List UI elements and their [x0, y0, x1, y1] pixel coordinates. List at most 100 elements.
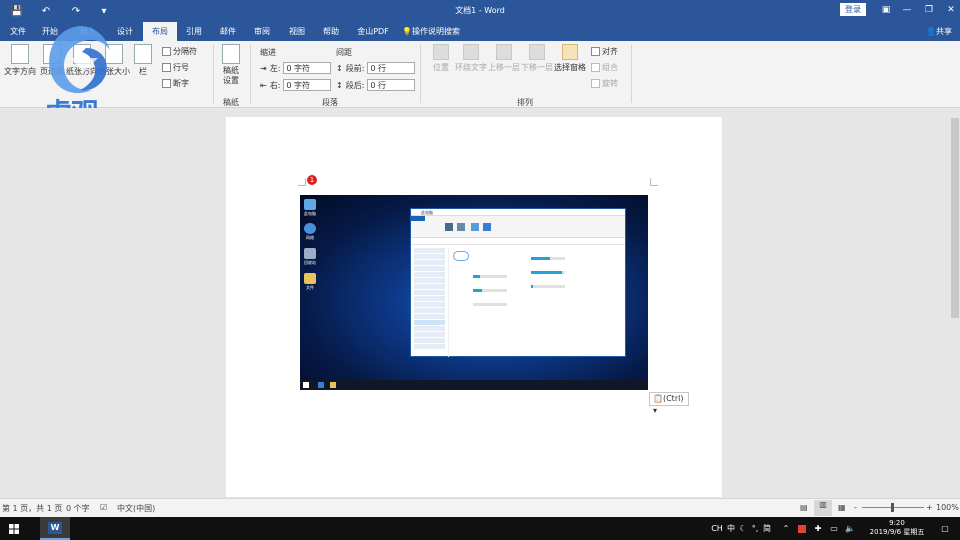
selection-pane-button[interactable]: 选择窗格 — [554, 44, 586, 73]
recycle-bin-icon — [304, 248, 316, 259]
send-backward-icon — [529, 44, 545, 60]
share-button[interactable]: 👤共享 — [926, 22, 952, 41]
send-backward-button[interactable]: 下移一层 — [521, 44, 553, 73]
selection-pane-icon — [562, 44, 578, 60]
paragraph-group-label: 段落 — [322, 98, 338, 107]
rotate-icon — [591, 79, 600, 88]
align-icon — [591, 47, 600, 56]
print-layout-icon[interactable]: ▥ — [814, 500, 832, 516]
drive-item — [463, 285, 507, 295]
minimize-icon[interactable]: — — [896, 2, 918, 18]
columns-button[interactable]: 栏 — [134, 44, 152, 77]
anchor-icon[interactable]: 1 — [307, 175, 317, 185]
embedded-screenshot-image[interactable]: 此电脑 网络 回收站 文件 此电脑 — [300, 195, 648, 390]
tell-me-search[interactable]: 💡操作说明搜索 — [399, 22, 463, 41]
ribbon: 文字方向 页边距 纸张方向 纸张大小 栏 分隔符 行号 断字 稿纸设置 稿纸 缩… — [0, 41, 960, 108]
arrange-group-label: 排列 — [517, 98, 533, 107]
ime-mode-icon[interactable]: CH — [711, 517, 723, 540]
person-icon: 👤 — [926, 27, 936, 36]
web-layout-icon[interactable]: ▦ — [838, 503, 846, 512]
align-button[interactable]: 对齐 — [591, 46, 618, 57]
line-numbers-button[interactable]: 行号 — [162, 62, 189, 73]
document-title: 文档1 - Word — [455, 6, 505, 15]
indent-left-input[interactable]: 0 字符 — [283, 62, 332, 74]
spacing-before-input[interactable]: 0 行 — [367, 62, 416, 74]
hyphenation-button[interactable]: 断字 — [162, 78, 189, 89]
page-count[interactable]: 第 1 页，共 1 页 — [2, 503, 62, 514]
explorer-nav-pane — [411, 247, 449, 357]
line-numbers-icon — [162, 63, 171, 72]
tab-help[interactable]: 帮助 — [317, 22, 345, 41]
spacing-after-input[interactable]: 0 行 — [367, 79, 416, 91]
word-count[interactable]: 0 个字 — [66, 503, 90, 514]
spacing-after-icon: ↕ — [336, 80, 343, 90]
punctuation-icon[interactable]: °, — [750, 517, 760, 540]
security-icon[interactable]: ✚ — [812, 517, 824, 540]
position-button[interactable]: 位置 — [428, 44, 454, 73]
tab-mailings[interactable]: 邮件 — [214, 22, 242, 41]
login-button[interactable]: 登录 — [840, 3, 866, 16]
rotate-button[interactable]: 旋转 — [591, 78, 618, 89]
ime-icon[interactable]: 中 — [726, 517, 736, 540]
text-direction-icon — [11, 44, 29, 64]
text-direction-button[interactable]: 文字方向 — [4, 44, 36, 77]
spacing-heading: 间距 — [336, 48, 352, 57]
app-tray-icon[interactable] — [796, 517, 808, 540]
tab-review[interactable]: 审阅 — [248, 22, 276, 41]
indent-heading: 缩进 — [260, 48, 276, 57]
margin-corner-mark — [650, 178, 658, 186]
scrollbar-thumb[interactable] — [951, 118, 959, 318]
proofing-icon[interactable]: ☑ — [100, 503, 107, 512]
ribbon-display-icon[interactable]: ▣ — [875, 2, 897, 18]
desktop-icon-label: 回收站 — [304, 260, 316, 265]
zoom-level[interactable]: 100% — [936, 503, 959, 512]
group-icon — [591, 63, 600, 72]
group-objects-button[interactable]: 组合 — [591, 62, 618, 73]
bring-forward-button[interactable]: 上移一层 — [488, 44, 520, 73]
paste-options-button[interactable]: 📋(Ctrl) ▾ — [649, 392, 689, 415]
moon-icon[interactable]: ☾ — [738, 517, 748, 540]
word-icon: W — [48, 521, 62, 534]
zoom-out-button[interactable]: - — [854, 503, 857, 512]
close-icon[interactable]: ✕ — [940, 2, 960, 18]
start-button[interactable] — [2, 517, 26, 540]
chevron-up-icon[interactable]: ⌃ — [780, 517, 792, 540]
manuscript-settings-button[interactable]: 稿纸设置 — [218, 44, 244, 86]
network-icon — [304, 223, 316, 234]
time: 9:20 — [889, 519, 905, 527]
language[interactable]: 中文(中国) — [117, 503, 155, 514]
ribbon-tabs: 文件 开始 插入 设计 布局 引用 邮件 审阅 视图 帮助 金山PDF 💡操作说… — [0, 22, 960, 41]
tab-file[interactable]: 文件 — [4, 22, 32, 41]
volume-icon[interactable]: 🔈 — [844, 517, 856, 540]
tab-references[interactable]: 引用 — [180, 22, 208, 41]
taskbar: W CH 中 ☾ °, 简 ⌃ ✚ ▭ 🔈 9:20 2019/9/6 星期五 … — [0, 517, 960, 540]
restore-icon[interactable]: ❐ — [918, 2, 940, 18]
zoom-slider-thumb[interactable] — [891, 503, 894, 512]
desktop-icon-label: 文件 — [306, 285, 314, 290]
spacing-after-row: ↕ 段后: 0 行 — [336, 79, 416, 91]
zoom-in-button[interactable]: + — [926, 503, 933, 512]
indent-left-row: ⇥ 左: 0 字符 — [260, 62, 332, 74]
breaks-icon — [162, 47, 171, 56]
read-mode-icon[interactable]: ▤ — [800, 503, 808, 512]
drive-item — [521, 267, 565, 277]
windows-icon — [9, 523, 19, 534]
explorer-title: 此电脑 — [411, 209, 625, 216]
notification-icon[interactable]: ▢ — [934, 517, 956, 540]
drive-item — [463, 299, 507, 309]
indent-right-input[interactable]: 0 字符 — [283, 79, 332, 91]
ime-simplified[interactable]: 简 — [762, 517, 772, 540]
embedded-taskbar — [300, 380, 648, 390]
breaks-button[interactable]: 分隔符 — [162, 46, 197, 57]
tab-layout[interactable]: 布局 — [143, 22, 177, 41]
clock[interactable]: 9:20 2019/9/6 星期五 — [862, 519, 932, 537]
indent-left-icon: ⇥ — [260, 63, 267, 73]
network-tray-icon[interactable]: ▭ — [828, 517, 840, 540]
vertical-scrollbar[interactable] — [950, 108, 960, 498]
position-icon — [433, 44, 449, 60]
group-separator — [213, 45, 214, 103]
wrap-text-button[interactable]: 环绕文字 — [455, 44, 487, 73]
tab-kingsoft-pdf[interactable]: 金山PDF — [353, 22, 393, 41]
word-taskbar-button[interactable]: W — [40, 517, 70, 540]
tab-view[interactable]: 视图 — [283, 22, 311, 41]
